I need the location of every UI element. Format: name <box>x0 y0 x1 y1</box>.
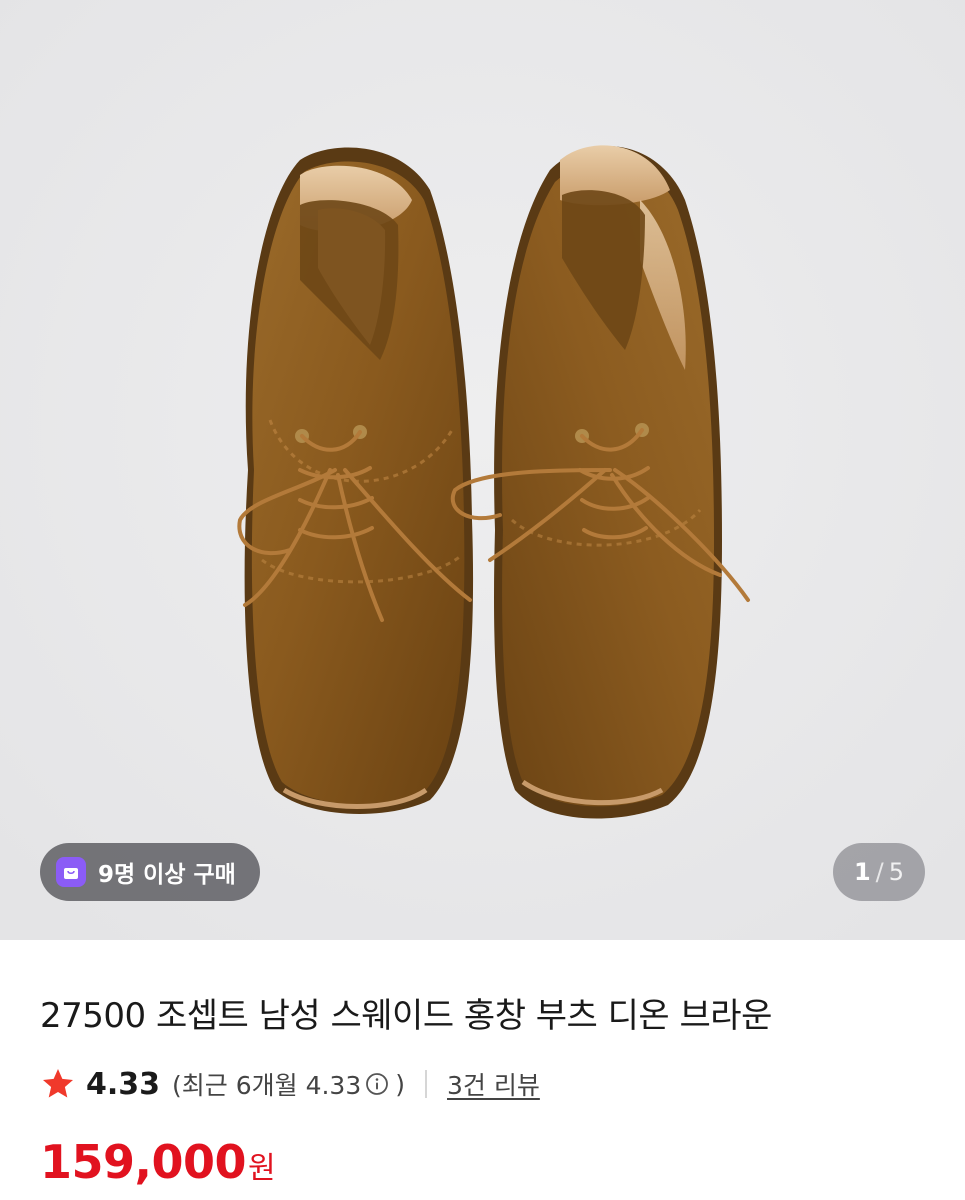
recent-rating-close: ) <box>395 1069 406 1099</box>
star-icon <box>43 1069 73 1098</box>
review-count-link[interactable]: 3건 리뷰 <box>447 1066 540 1102</box>
price-currency: 원 <box>248 1151 276 1186</box>
rating-divider <box>425 1070 428 1098</box>
price-row: 159,000 원 <box>40 1135 276 1189</box>
product-title: 27500 조셉트 남성 스웨이드 홍창 부츠 디온 브라운 <box>40 996 772 1036</box>
product-image[interactable] <box>0 0 965 940</box>
info-icon[interactable] <box>365 1072 389 1096</box>
buyers-badge-label: 9명 이상 구매 <box>98 862 236 888</box>
rating-row: 4.33 (최근 6개월 4.33 ) 3건 리뷰 <box>40 1062 540 1106</box>
left-boot <box>237 147 474 814</box>
shopping-bag-icon <box>56 857 86 887</box>
product-detail-page: 9명 이상 구매 1 / 5 27500 조셉트 남성 스웨이드 홍창 부츠 디… <box>0 0 965 1200</box>
buyers-badge: 9명 이상 구매 <box>40 843 260 901</box>
image-gallery[interactable]: 9명 이상 구매 1 / 5 <box>0 0 965 940</box>
current-image-index: 1 <box>853 858 871 886</box>
counter-separator: / <box>875 858 884 886</box>
image-counter: 1 / 5 <box>833 843 925 901</box>
rating-score: 4.33 <box>86 1066 161 1102</box>
product-price: 159,000 <box>40 1135 247 1189</box>
recent-rating-text: (최근 6개월 4.33 <box>172 1071 362 1100</box>
total-image-count: 5 <box>888 858 905 886</box>
recent-rating: (최근 6개월 4.33 ) <box>172 1066 405 1102</box>
